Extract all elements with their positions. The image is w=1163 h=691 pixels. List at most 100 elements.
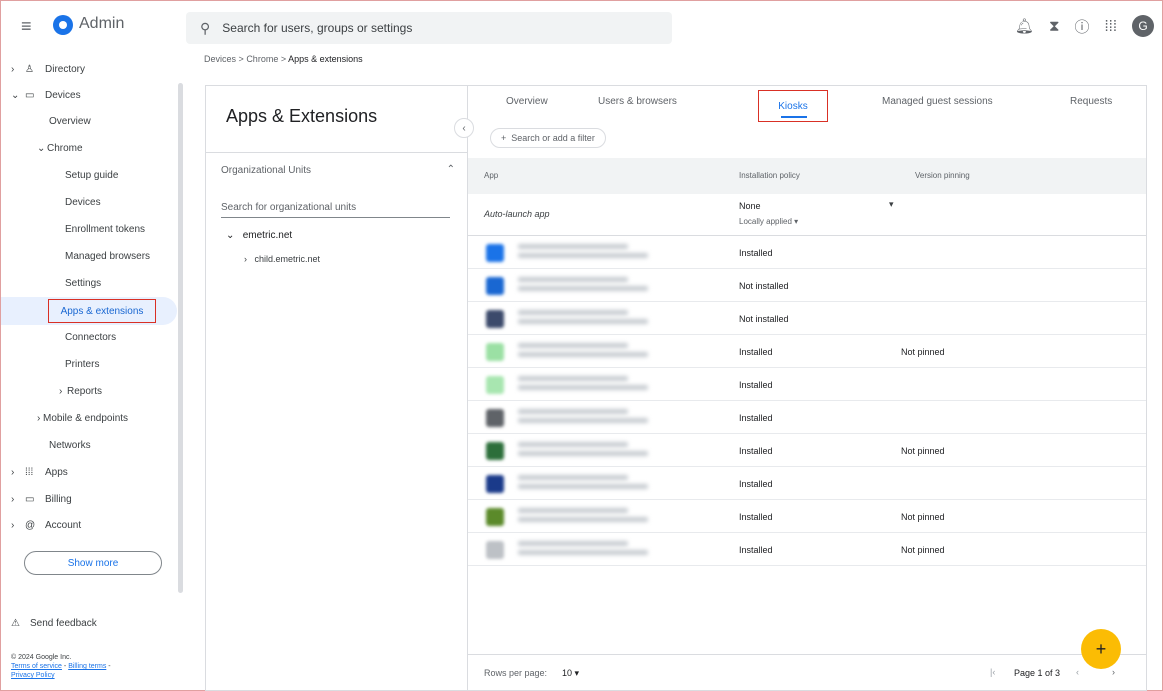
app-root: ≡ Admin ⚲ Search for users, groups or se… (0, 0, 1163, 691)
install-policy[interactable]: Installed (739, 446, 773, 456)
send-feedback[interactable]: ⚠ Send feedback (11, 618, 97, 629)
tab-bar: Overview Users & browsers Kiosks Managed… (468, 86, 1146, 122)
app-id-redacted (518, 451, 648, 456)
auto-launch-label: Auto-launch app (484, 209, 550, 219)
sidebar-item-enrollment-tokens[interactable]: Enrollment tokens (65, 219, 145, 239)
terms-link[interactable]: Terms of service (11, 663, 62, 670)
sidebar-item-apps-extensions[interactable]: Apps & extensions (48, 299, 156, 323)
version-pin: Not pinned (901, 545, 945, 555)
install-policy[interactable]: Installed (739, 413, 773, 423)
filter-chip[interactable]: + Search or add a filter (490, 128, 606, 148)
app-name-redacted (518, 343, 628, 348)
tab-overview[interactable]: Overview (506, 96, 548, 107)
rows-per-page-select[interactable]: 10 ▾ (562, 668, 579, 679)
menu-icon[interactable]: ≡ (21, 16, 37, 36)
add-fab-button[interactable]: + (1081, 629, 1121, 669)
table-row[interactable]: Installed Not pinned (468, 533, 1146, 566)
dropdown-icon[interactable]: ▾ (889, 199, 894, 210)
sidebar-item-account[interactable]: › @ Account (11, 515, 81, 535)
plus-icon: + (501, 133, 507, 143)
tab-requests[interactable]: Requests (1070, 96, 1112, 107)
chevron-up-icon[interactable]: ⌃ (447, 164, 455, 175)
app-name-redacted (518, 376, 628, 381)
table-row[interactable]: Installed Not pinned (468, 434, 1146, 467)
sidebar-item-chrome[interactable]: ⌄ Chrome (37, 138, 83, 158)
app-name: Admin (79, 15, 125, 32)
app-id-redacted (518, 319, 648, 324)
sidebar-item-apps-extensions-row[interactable]: Apps & extensions (1, 297, 177, 325)
app-icon (486, 376, 504, 394)
table-row[interactable]: Installed (468, 368, 1146, 401)
sidebar-item-reports[interactable]: › Reports (59, 381, 102, 401)
table-footer: Rows per page: 10 ▾ |‹ Page 1 of 3 ‹ › (468, 654, 1146, 690)
install-policy[interactable]: Installed (739, 380, 773, 390)
table-row[interactable]: Installed (468, 467, 1146, 500)
table-row[interactable]: Installed (468, 236, 1146, 269)
admin-logo[interactable] (53, 15, 73, 35)
billing-terms-link[interactable]: Billing terms (68, 663, 106, 670)
ou-search-input[interactable]: Search for organizational units (221, 202, 450, 218)
sidebar-item-setup-guide[interactable]: Setup guide (65, 165, 118, 185)
top-bar: ≡ Admin ⚲ Search for users, groups or se… (1, 1, 1162, 53)
next-page-icon[interactable]: › (1112, 667, 1115, 677)
tab-users-browsers[interactable]: Users & browsers (598, 96, 677, 107)
notifications-icon[interactable]: 🔔︎ (1015, 17, 1034, 35)
app-id-redacted (518, 253, 648, 258)
ou-header[interactable]: Organizational Units ⌃ (206, 152, 467, 188)
auto-launch-value[interactable]: None (739, 201, 761, 211)
breadcrumb-devices[interactable]: Devices (204, 54, 236, 64)
search-bar[interactable]: ⚲ Search for users, groups or settings (186, 12, 672, 44)
search-input[interactable]: Search for users, groups or settings (222, 21, 412, 35)
install-policy[interactable]: Installed (739, 512, 773, 522)
col-app: App (484, 171, 499, 180)
app-icon (486, 343, 504, 361)
table-row[interactable]: Installed (468, 401, 1146, 434)
install-policy[interactable]: Installed (739, 545, 773, 555)
install-policy[interactable]: Not installed (739, 314, 789, 324)
sidebar-item-billing[interactable]: › ▭ Billing (11, 489, 72, 509)
sidebar-item-apps[interactable]: › ⁞⁞⁞ Apps (11, 462, 68, 482)
sidebar-item-settings[interactable]: Settings (65, 273, 101, 293)
app-id-redacted (518, 385, 648, 390)
sidebar-item-mobile[interactable]: › Mobile & endpoints (37, 408, 128, 428)
sidebar-item-connectors[interactable]: Connectors (65, 327, 116, 347)
apps-icon[interactable]: ⁞⁞⁞ (1104, 18, 1117, 35)
app-name-redacted (518, 442, 628, 447)
sidebar-item-overview[interactable]: Overview (49, 111, 91, 131)
install-policy[interactable]: Not installed (739, 281, 789, 291)
app-name-redacted (518, 409, 628, 414)
first-page-icon[interactable]: |‹ (990, 667, 995, 677)
sidebar-item-directory[interactable]: › ♙ Directory (11, 59, 85, 79)
help-icon[interactable]: ⓘ (1074, 16, 1089, 37)
apps-grid-icon: ⁞⁞⁞ (25, 466, 34, 478)
install-policy[interactable]: Installed (739, 479, 773, 489)
sidebar-item-printers[interactable]: Printers (65, 354, 99, 374)
locally-applied[interactable]: Locally applied ▾ (739, 217, 798, 226)
sidebar-item-devices[interactable]: ⌄ ▭ Devices (11, 85, 81, 105)
sidebar-item-networks[interactable]: Networks (49, 435, 91, 455)
privacy-link[interactable]: Privacy Policy (11, 672, 55, 679)
ou-root[interactable]: ⌄ emetric.net (226, 230, 292, 241)
tab-kiosks[interactable]: Kiosks (758, 90, 828, 122)
sidebar-item-managed-browsers[interactable]: Managed browsers (65, 246, 150, 266)
table-row[interactable]: Not installed (468, 269, 1146, 302)
table-row[interactable]: Not installed (468, 302, 1146, 335)
sidebar-scrollbar[interactable] (178, 83, 183, 593)
table-row[interactable]: Installed Not pinned (468, 500, 1146, 533)
table-header: App Installation policy Version pinning (468, 158, 1146, 194)
prev-page-icon[interactable]: ‹ (1076, 667, 1079, 677)
sidebar-item-devices-sub[interactable]: Devices (65, 192, 101, 212)
avatar[interactable]: G (1132, 15, 1154, 37)
ou-child[interactable]: › child.emetric.net (244, 254, 320, 264)
copyright: © 2024 Google Inc. (11, 654, 72, 661)
show-more-button[interactable]: Show more (24, 551, 162, 575)
breadcrumb-current: Apps & extensions (288, 54, 363, 64)
breadcrumb-chrome[interactable]: Chrome (246, 54, 278, 64)
install-policy[interactable]: Installed (739, 248, 773, 258)
install-policy[interactable]: Installed (739, 347, 773, 357)
tab-managed-guest-sessions[interactable]: Managed guest sessions (882, 96, 993, 107)
ou-panel: Apps & Extensions Organizational Units ⌃ … (206, 86, 468, 690)
table-row[interactable]: Installed Not pinned (468, 335, 1146, 368)
app-id-redacted (518, 352, 648, 357)
hourglass-icon[interactable]: ⧗ (1049, 18, 1060, 35)
